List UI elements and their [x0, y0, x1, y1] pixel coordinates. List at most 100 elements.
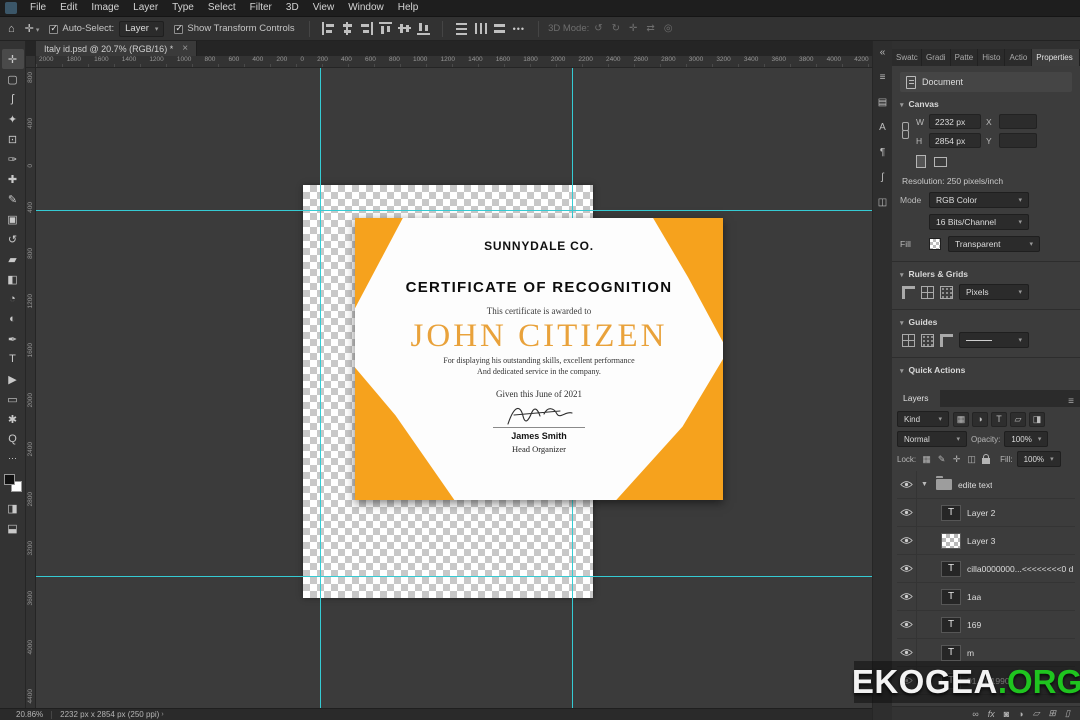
align-right-icon[interactable] — [359, 22, 373, 35]
pen-tool[interactable]: ✒ — [2, 329, 24, 349]
layer-fill-dropdown[interactable]: 100% — [1016, 451, 1061, 467]
panel-tab[interactable]: Actio — [1005, 49, 1033, 66]
guides-section-header[interactable]: Guides — [900, 317, 1072, 327]
roll-3d-icon[interactable]: ↻ — [612, 23, 620, 34]
document-tab[interactable]: Italy id.psd @ 20.7% (RGB/16) * × — [36, 41, 198, 56]
color-swatches[interactable] — [3, 474, 22, 492]
home-icon[interactable]: ⌂ — [8, 23, 15, 35]
layer-mask-icon[interactable]: ◙ — [1004, 709, 1009, 719]
layer-row[interactable]: ▼ Layer 2 — [897, 499, 1075, 527]
layer-row[interactable]: ▼ 169 — [897, 611, 1075, 639]
lock-guides-icon[interactable] — [940, 333, 953, 347]
expand-panels-icon[interactable]: « — [875, 44, 891, 60]
filter-type-layers-icon[interactable]: T — [991, 411, 1007, 427]
toggle-pixel-grid-icon[interactable] — [940, 285, 953, 299]
menu-item[interactable]: Help — [391, 0, 426, 16]
align-top-icon[interactable] — [378, 22, 392, 35]
blur-tool[interactable]: ◔ — [2, 289, 24, 309]
toggle-smart-guides-icon[interactable] — [921, 333, 934, 347]
layer-row[interactable]: ▼ Layer 3 — [897, 527, 1075, 555]
distribute-horizontal-icon[interactable] — [454, 22, 468, 35]
panel-tab[interactable]: Histo — [978, 49, 1006, 66]
layer-filter-kind-dropdown[interactable]: Kind — [897, 411, 949, 427]
menu-item[interactable]: View — [306, 0, 342, 16]
group-expand-caret-icon[interactable]: ▼ — [921, 481, 928, 488]
path-selection-tool[interactable]: ▶ — [2, 369, 24, 389]
layer-thumbnail[interactable] — [941, 616, 961, 633]
close-tab-icon[interactable]: × — [182, 43, 188, 54]
layer-visibility-cell[interactable] — [897, 611, 917, 638]
panel-tab[interactable]: Gradi — [922, 49, 951, 66]
menu-item[interactable]: 3D — [279, 0, 306, 16]
status-options-caret-icon[interactable]: › — [161, 711, 163, 718]
guide-horizontal[interactable] — [36, 210, 872, 211]
layer-thumbnail[interactable] — [941, 560, 961, 577]
rulers-grids-section-header[interactable]: Rulers & Grids — [900, 269, 1072, 279]
move-tool[interactable]: ✛ — [1, 49, 24, 69]
layer-row[interactable]: ▼ cilla0000000...<<<<<<<<0 d — [897, 555, 1075, 583]
menu-item[interactable]: Image — [84, 0, 126, 16]
quick-selection-tool[interactable]: ✦ — [2, 109, 24, 129]
layer-effects-icon[interactable]: fx — [988, 709, 995, 719]
filter-smart-objects-icon[interactable]: ◨ — [1029, 411, 1045, 427]
scale-3d-icon[interactable]: ◎ — [664, 23, 673, 34]
link-dimensions-icon[interactable] — [902, 122, 909, 139]
menu-item[interactable]: Window — [341, 0, 391, 16]
libraries-panel-icon[interactable]: ▤ — [875, 94, 891, 110]
align-center-vertical-icon[interactable] — [397, 22, 411, 35]
layer-group-icon[interactable]: ▱ — [1033, 708, 1040, 719]
paragraph-panel-icon[interactable]: ¶ — [875, 144, 891, 160]
delete-layer-icon[interactable]: ▯ — [1065, 708, 1070, 719]
height-field[interactable]: 2854 px — [929, 133, 981, 148]
portrait-orientation-icon[interactable] — [916, 155, 926, 168]
canvas-section-header[interactable]: Canvas — [900, 99, 1072, 109]
bit-depth-dropdown[interactable]: 16 Bits/Channel — [929, 214, 1029, 230]
distribute-spacing-icon[interactable] — [492, 22, 506, 35]
align-left-icon[interactable] — [321, 22, 335, 35]
layer-visibility-cell[interactable] — [897, 555, 917, 582]
menu-item[interactable]: Type — [165, 0, 201, 16]
adjustment-layer-icon[interactable]: ◑ — [1018, 709, 1023, 719]
toggle-grid-icon[interactable] — [921, 285, 934, 299]
distribute-vertical-icon[interactable] — [473, 22, 487, 35]
menu-item[interactable]: Edit — [53, 0, 84, 16]
edit-toolbar-icon[interactable]: ⋯ — [8, 453, 17, 464]
align-center-horizontal-icon[interactable] — [340, 22, 354, 35]
color-mode-dropdown[interactable]: RGB Color — [929, 192, 1029, 208]
lock-image-pixels-icon[interactable]: ✎ — [935, 453, 948, 466]
quick-actions-section-header[interactable]: Quick Actions — [900, 365, 1072, 375]
new-layer-icon[interactable]: ⊞ — [1049, 708, 1057, 719]
hand-tool[interactable]: ✱ — [2, 409, 24, 429]
auto-select-checkbox[interactable] — [49, 23, 59, 34]
align-more-options-icon[interactable]: ••• — [513, 24, 525, 34]
move-tool-preset-icon[interactable]: ✛ ▾ — [25, 22, 40, 35]
glyphs-panel-icon[interactable]: ʃ — [875, 169, 891, 185]
type-tool[interactable]: T — [2, 349, 24, 369]
lock-all-icon[interactable] — [982, 454, 991, 464]
show-transform-checkbox[interactable] — [174, 23, 184, 34]
layer-row[interactable]: ▼ edite text — [897, 471, 1075, 499]
ruler-units-dropdown[interactable]: Pixels — [959, 284, 1029, 300]
guide-vertical[interactable] — [320, 68, 321, 708]
align-bottom-icon[interactable] — [416, 22, 430, 35]
lock-artboard-icon[interactable]: ◫ — [965, 453, 978, 466]
filter-pixel-layers-icon[interactable]: ▦ — [953, 411, 969, 427]
blend-mode-dropdown[interactable]: Normal — [897, 431, 967, 447]
layer-row[interactable]: ▼ 1aa — [897, 583, 1075, 611]
layer-visibility-cell[interactable] — [897, 527, 917, 554]
drag-3d-icon[interactable]: ✛ — [629, 23, 637, 34]
brush-tool[interactable]: ✎ — [2, 189, 24, 209]
layers-tab[interactable]: Layers — [892, 390, 940, 407]
toggle-guides-icon[interactable] — [902, 333, 915, 347]
crop-tool[interactable]: ⊡ — [2, 129, 24, 149]
auto-select-dropdown[interactable]: Layer — [119, 20, 165, 37]
filter-shape-layers-icon[interactable]: ▱ — [1010, 411, 1026, 427]
layer-thumbnail[interactable] — [941, 588, 961, 605]
layer-visibility-cell[interactable] — [897, 499, 917, 526]
filter-adjustment-layers-icon[interactable]: ◑ — [972, 411, 988, 427]
landscape-orientation-icon[interactable] — [934, 156, 947, 167]
lock-transparent-pixels-icon[interactable]: ▦ — [920, 453, 933, 466]
guide-horizontal[interactable] — [36, 576, 872, 577]
marquee-tool[interactable]: ▢ — [2, 69, 24, 89]
link-layers-icon[interactable]: ∞ — [972, 709, 978, 719]
